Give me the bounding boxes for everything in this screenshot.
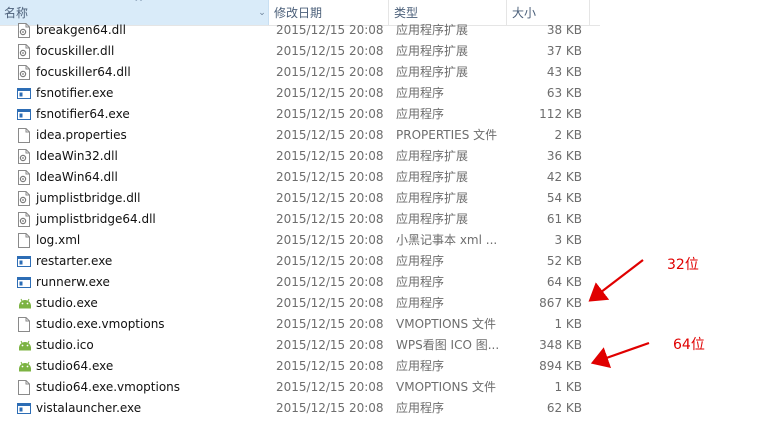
arrow-to-studio-exe (588, 259, 644, 302)
annotation-arrows (588, 259, 650, 368)
arrow-to-studio64-exe (590, 341, 650, 368)
